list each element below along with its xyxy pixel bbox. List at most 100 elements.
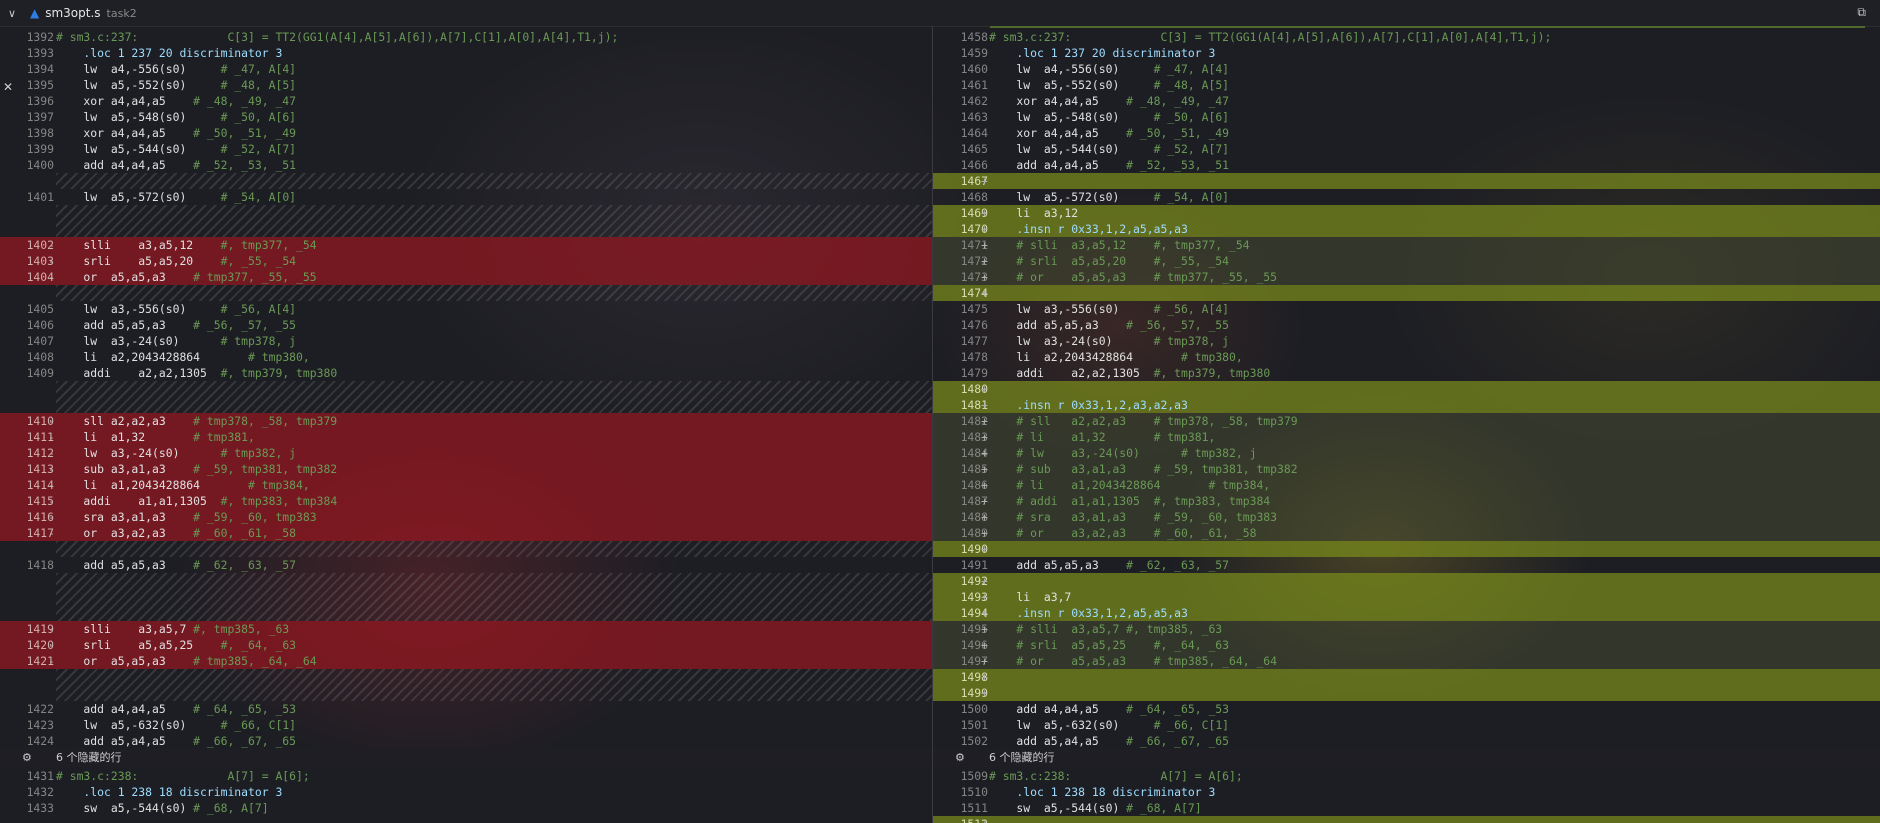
code-line[interactable]: 1489 + # or a3,a2,a3 # _60, _61, _58: [933, 525, 1880, 541]
code-line[interactable]: 1416- sra a3,a1,a3 # _59, _60, tmp383: [0, 509, 932, 525]
hidden-lines-row[interactable]: ⚙ 6 个隐藏的行: [0, 749, 932, 767]
code-line[interactable]: 1419- slli a3,a5,7 #, tmp385, _63: [0, 621, 932, 637]
code-line[interactable]: 1417- or a3,a2,a3 # _60, _61, _58: [0, 525, 932, 541]
code-line[interactable]: 1415- addi a1,a1,1305 #, tmp383, tmp384: [0, 493, 932, 509]
code-line[interactable]: 1406 add a5,a5,a3 # _56, _57, _55: [0, 317, 932, 333]
open-changes-icon[interactable]: ⧉: [1857, 5, 1866, 20]
code-line[interactable]: 1403- srli a5,a5,20 #, _55, _54: [0, 253, 932, 269]
code-line[interactable]: 1469 + li a3,12: [933, 205, 1880, 221]
code-line[interactable]: 1420- srli a5,a5,25 #, _64, _63: [0, 637, 932, 653]
code-line[interactable]: 1495 + # slli a3,a5,7 #, tmp385, _63: [933, 621, 1880, 637]
code-line[interactable]: 1472 + # srli a5,a5,20 #, _55, _54: [933, 253, 1880, 269]
unfold-icon[interactable]: ⚙: [22, 749, 32, 767]
code-line[interactable]: 1465 lw a5,-544(s0) # _52, A[7]: [933, 141, 1880, 157]
line-number: 1407: [26, 334, 54, 348]
code-line[interactable]: 1473 + # or a5,a5,a3 # tmp377, _55, _55: [933, 269, 1880, 285]
code-text: or a5,a5,a3 # tmp385, _64, _64: [56, 654, 317, 668]
code-line[interactable]: 1497 + # or a5,a5,a3 # tmp385, _64, _64: [933, 653, 1880, 669]
code-line[interactable]: 1493 + li a3,7: [933, 589, 1880, 605]
code-line[interactable]: 1392 # sm3.c:237: C[3] = TT2(GG1(A[4],A[5…: [0, 29, 932, 45]
code-line[interactable]: 1422 add a4,a4,a5 # _64, _65, _53: [0, 701, 932, 717]
code-line[interactable]: 1405 lw a3,-556(s0) # _56, A[4]: [0, 301, 932, 317]
code-line[interactable]: 1467 +: [933, 173, 1880, 189]
code-line[interactable]: 1424 add a5,a4,a5 # _66, _67, _65: [0, 733, 932, 749]
code-line[interactable]: 1433 sw a5,-544(s0) # _68, A[7]: [0, 800, 932, 816]
code-line[interactable]: 1404- or a5,a5,a3 # tmp377, _55, _55: [0, 269, 932, 285]
code-line[interactable]: 1492 +: [933, 573, 1880, 589]
code-line[interactable]: 1464 xor a4,a4,a5 # _50, _51, _49: [933, 125, 1880, 141]
code-line[interactable]: 1421- or a5,a5,a3 # tmp385, _64, _64: [0, 653, 932, 669]
code-line[interactable]: 1402- slli a3,a5,12 #, tmp377, _54: [0, 237, 932, 253]
code-line[interactable]: 1397 lw a5,-548(s0) # _50, A[6]: [0, 109, 932, 125]
code-line[interactable]: 1396 xor a4,a4,a5 # _48, _49, _47: [0, 93, 932, 109]
code-line[interactable]: 1494 + .insn r 0x33,1,2,a5,a5,a3: [933, 605, 1880, 621]
diff-sign: +: [981, 238, 988, 252]
code-line[interactable]: 1475 lw a3,-556(s0) # _56, A[4]: [933, 301, 1880, 317]
code-line[interactable]: 1486 + # li a1,2043428864 # tmp384,: [933, 477, 1880, 493]
code-line[interactable]: 1463 lw a5,-548(s0) # _50, A[6]: [933, 109, 1880, 125]
code-line[interactable]: 1509 # sm3.c:238: A[7] = A[6];: [933, 768, 1880, 784]
code-line[interactable]: 1484 + # lw a3,-24(s0) # tmp382, j: [933, 445, 1880, 461]
code-line[interactable]: 1499 +: [933, 685, 1880, 701]
code-line[interactable]: 1458 # sm3.c:237: C[3] = TT2(GG1(A[4],A[5…: [933, 29, 1880, 45]
code-line[interactable]: 1488 + # sra a3,a1,a3 # _59, _60, tmp383: [933, 509, 1880, 525]
code-line[interactable]: 1431 # sm3.c:238: A[7] = A[6];: [0, 768, 932, 784]
code-line[interactable]: 1476 add a5,a5,a3 # _56, _57, _55: [933, 317, 1880, 333]
code-line[interactable]: 1502 add a5,a4,a5 # _66, _67, _65: [933, 733, 1880, 749]
code-line[interactable]: 1477 lw a3,-24(s0) # tmp378, j: [933, 333, 1880, 349]
code-line[interactable]: 1468 lw a5,-572(s0) # _54, A[0]: [933, 189, 1880, 205]
code-line[interactable]: 1399 lw a5,-544(s0) # _52, A[7]: [0, 141, 932, 157]
code-line[interactable]: 1394 lw a4,-556(s0) # _47, A[4]: [0, 61, 932, 77]
code-line[interactable]: 1401 lw a5,-572(s0) # _54, A[0]: [0, 189, 932, 205]
code-line[interactable]: 1480 +: [933, 381, 1880, 397]
code-line[interactable]: 1395 lw a5,-552(s0) # _48, A[5]: [0, 77, 932, 93]
code-line[interactable]: 1512+: [933, 816, 1880, 823]
code-line[interactable]: 1460 lw a4,-556(s0) # _47, A[4]: [933, 61, 1880, 77]
code-line[interactable]: 1408 li a2,2043428864 # tmp380,: [0, 349, 932, 365]
line-number: 1403: [26, 254, 54, 268]
code-line[interactable]: 1410- sll a2,a2,a3 # tmp378, _58, tmp379: [0, 413, 932, 429]
code-line[interactable]: 1461 lw a5,-552(s0) # _48, A[5]: [933, 77, 1880, 93]
code-line[interactable]: 1432 .loc 1 238 18 discriminator 3: [0, 784, 932, 800]
tab-file-name[interactable]: sm3opt.s: [45, 6, 100, 20]
code-line[interactable]: 1412- lw a3,-24(s0) # tmp382, j: [0, 445, 932, 461]
close-icon[interactable]: ✕: [3, 80, 13, 94]
code-line[interactable]: 1491 add a5,a5,a3 # _62, _63, _57: [933, 557, 1880, 573]
code-line[interactable]: 1496 + # srli a5,a5,25 #, _64, _63: [933, 637, 1880, 653]
code-line[interactable]: 1510 .loc 1 238 18 discriminator 3: [933, 784, 1880, 800]
hidden-lines-row[interactable]: ⚙ 6 个隐藏的行: [933, 749, 1880, 767]
code-line[interactable]: 1471 + # slli a3,a5,12 #, tmp377, _54: [933, 237, 1880, 253]
code-line[interactable]: 1490 +: [933, 541, 1880, 557]
code-line[interactable]: 1498 +: [933, 669, 1880, 685]
code-line[interactable]: 1423 lw a5,-632(s0) # _66, C[1]: [0, 717, 932, 733]
code-line[interactable]: 1474 +: [933, 285, 1880, 301]
code-line[interactable]: 1501 lw a5,-632(s0) # _66, C[1]: [933, 717, 1880, 733]
code-line[interactable]: 1487 + # addi a1,a1,1305 #, tmp383, tmp38…: [933, 493, 1880, 509]
code-line[interactable]: 1413- sub a3,a1,a3 # _59, tmp381, tmp382: [0, 461, 932, 477]
code-line[interactable]: 1483 + # li a1,32 # tmp381,: [933, 429, 1880, 445]
code-line[interactable]: 1407 lw a3,-24(s0) # tmp378, j: [0, 333, 932, 349]
code-line[interactable]: 1409 addi a2,a2,1305 #, tmp379, tmp380: [0, 365, 932, 381]
diff-modified-pane[interactable]: 1458 # sm3.c:237: C[3] = TT2(GG1(A[4],A[5…: [933, 26, 1880, 823]
code-line[interactable]: 1400 add a4,a4,a5 # _52, _53, _51: [0, 157, 932, 173]
code-line[interactable]: 1470 + .insn r 0x33,1,2,a5,a5,a3: [933, 221, 1880, 237]
code-text: # srli a5,a5,20 #, _55, _54: [989, 254, 1230, 268]
code-line[interactable]: 1485 + # sub a3,a1,a3 # _59, tmp381, tmp3…: [933, 461, 1880, 477]
code-line[interactable]: 1459 .loc 1 237 20 discriminator 3: [933, 45, 1880, 61]
code-line[interactable]: 1478 li a2,2043428864 # tmp380,: [933, 349, 1880, 365]
code-line[interactable]: 1482 + # sll a2,a2,a3 # tmp378, _58, tmp3…: [933, 413, 1880, 429]
code-line[interactable]: 1466 add a4,a4,a5 # _52, _53, _51: [933, 157, 1880, 173]
code-line[interactable]: 1479 addi a2,a2,1305 #, tmp379, tmp380: [933, 365, 1880, 381]
code-line[interactable]: 1481 + .insn r 0x33,1,2,a3,a2,a3: [933, 397, 1880, 413]
code-line[interactable]: 1418 add a5,a5,a3 # _62, _63, _57: [0, 557, 932, 573]
code-line[interactable]: 1511 sw a5,-544(s0) # _68, A[7]: [933, 800, 1880, 816]
code-line[interactable]: 1500 add a4,a4,a5 # _64, _65, _53: [933, 701, 1880, 717]
code-line[interactable]: 1462 xor a4,a4,a5 # _48, _49, _47: [933, 93, 1880, 109]
code-line[interactable]: 1398 xor a4,a4,a5 # _50, _51, _49: [0, 125, 932, 141]
diff-original-pane[interactable]: 1392 # sm3.c:237: C[3] = TT2(GG1(A[4],A[5…: [0, 26, 932, 823]
code-line[interactable]: 1414- li a1,2043428864 # tmp384,: [0, 477, 932, 493]
unfold-icon[interactable]: ⚙: [955, 749, 965, 767]
chevron-down-icon[interactable]: ∨: [8, 7, 20, 20]
code-line[interactable]: 1411- li a1,32 # tmp381,: [0, 429, 932, 445]
code-line[interactable]: 1393 .loc 1 237 20 discriminator 3: [0, 45, 932, 61]
